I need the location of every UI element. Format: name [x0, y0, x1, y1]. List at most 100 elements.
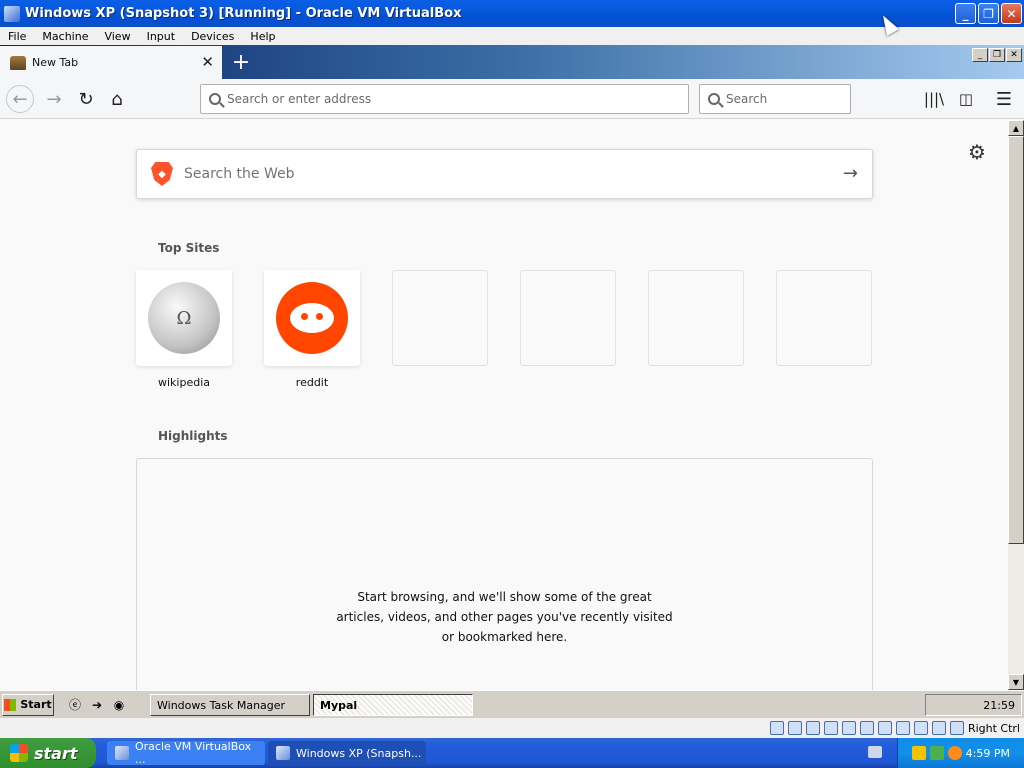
- guest-start-label: Start: [20, 698, 52, 711]
- site-tile[interactable]: Ω: [136, 270, 232, 366]
- mouse-integration-icon[interactable]: [931, 721, 946, 735]
- tab-new-tab[interactable]: New Tab ✕: [0, 46, 222, 79]
- top-site-wikipedia[interactable]: Ω wikipedia: [136, 270, 232, 389]
- menu-file[interactable]: File: [0, 30, 34, 43]
- task-label: Mypal: [320, 698, 358, 712]
- empty-site-tile[interactable]: [648, 270, 744, 366]
- mypal-favicon-icon: [10, 55, 26, 70]
- sidebar-toggle-button[interactable]: ◫: [952, 85, 980, 113]
- search-input[interactable]: [726, 92, 850, 106]
- security-shield-icon[interactable]: [911, 746, 926, 760]
- forward-button[interactable]: →: [40, 85, 68, 113]
- wikipedia-globe-icon: Ω: [148, 282, 220, 354]
- display-icon[interactable]: [877, 721, 892, 735]
- top-site-reddit[interactable]: reddit: [264, 270, 360, 389]
- audio-icon[interactable]: [805, 721, 820, 735]
- highlights-title: Highlights: [158, 429, 228, 443]
- host-taskbar: start Oracle VM VirtualBox ... Windows X…: [0, 738, 1024, 768]
- navigation-toolbar: ← → ↻ ⌂ |||\ ◫ ☰: [0, 79, 1024, 119]
- menu-input[interactable]: Input: [139, 30, 183, 43]
- video-capture-icon[interactable]: [895, 721, 910, 735]
- restore-button[interactable]: ❐: [978, 3, 999, 24]
- task-label: Oracle VM VirtualBox ...: [134, 740, 252, 766]
- host-clock[interactable]: 4:59 PM: [966, 747, 1010, 760]
- ie-quicklaunch-icon[interactable]: ⓔ: [66, 696, 84, 714]
- task-label: Windows XP (Snapsh...: [296, 746, 422, 760]
- web-search-box[interactable]: ◆ →: [136, 149, 873, 199]
- guest-screen: New Tab ✕ + _ ❐ ✕ ← → ↻ ⌂ |||\ ◫ ☰ ⚙ ◆ →…: [0, 45, 1024, 690]
- close-button[interactable]: ✕: [1001, 3, 1022, 24]
- menu-machine[interactable]: Machine: [34, 30, 96, 43]
- scroll-thumb[interactable]: [1008, 136, 1024, 544]
- top-sites-title: Top Sites: [158, 241, 220, 255]
- hamburger-menu-button[interactable]: ☰: [990, 85, 1018, 113]
- guest-clock[interactable]: 21:59: [983, 699, 1015, 712]
- menu-view[interactable]: View: [96, 30, 138, 43]
- virtualbox-icon: [4, 5, 20, 22]
- cpu-icon[interactable]: [913, 721, 928, 735]
- host-start-button[interactable]: start: [0, 738, 96, 768]
- shared-folders-icon[interactable]: [859, 721, 874, 735]
- host-start-label: start: [34, 743, 78, 763]
- keyboard-layout-icon[interactable]: [868, 746, 882, 758]
- task-windows-task-manager[interactable]: Windows Task Manager: [150, 694, 310, 716]
- back-button[interactable]: ←: [6, 85, 34, 113]
- virtualbox-menu-bar: File Machine View Input Devices Help: [0, 27, 1024, 45]
- library-button[interactable]: |||\: [920, 85, 948, 113]
- windows-logo-icon: [4, 698, 17, 711]
- browser-close-button[interactable]: ✕: [1006, 48, 1022, 62]
- keyboard-capture-icon[interactable]: [949, 721, 964, 735]
- host-system-tray: 4:59 PM: [897, 738, 1024, 768]
- guest-start-button[interactable]: Start: [2, 693, 54, 716]
- scroll-up-button[interactable]: ▲: [1008, 120, 1024, 136]
- browser-restore-button[interactable]: ❐: [989, 48, 1005, 62]
- scroll-down-button[interactable]: ▼: [1008, 674, 1024, 690]
- optical-drive-icon[interactable]: [787, 721, 802, 735]
- address-bar[interactable]: [200, 84, 689, 114]
- home-button[interactable]: ⌂: [103, 85, 131, 113]
- highlights-empty-message: Start browsing, and we'll show some of t…: [336, 590, 673, 644]
- task-oracle-vm-virtualbox[interactable]: Oracle VM VirtualBox ...: [107, 740, 265, 766]
- empty-site-tile[interactable]: [392, 270, 488, 366]
- top-site-empty[interactable]: [776, 270, 872, 366]
- page-scrollbar[interactable]: ▲ ▼: [1008, 120, 1024, 690]
- browser-minimize-button[interactable]: _: [972, 48, 988, 62]
- virtualbox-title-bar[interactable]: Windows XP (Snapshot 3) [Running] - Orac…: [0, 0, 1024, 27]
- task-label: Windows Task Manager: [157, 698, 286, 712]
- empty-site-tile[interactable]: [520, 270, 616, 366]
- site-label: wikipedia: [157, 376, 210, 389]
- network-tray-icon[interactable]: [929, 746, 944, 760]
- search-icon: [708, 93, 720, 105]
- menu-devices[interactable]: Devices: [183, 30, 242, 43]
- search-tray-icon[interactable]: [947, 746, 962, 760]
- new-tab-button[interactable]: +: [228, 49, 254, 75]
- virtualbox-icon: [276, 746, 290, 760]
- chrome-quicklaunch-icon[interactable]: ◉: [110, 696, 128, 714]
- tab-close-icon[interactable]: ✕: [201, 53, 214, 71]
- usb-icon[interactable]: [841, 721, 856, 735]
- window-title: Windows XP (Snapshot 3) [Running] - Orac…: [25, 6, 462, 21]
- url-input[interactable]: [227, 92, 688, 106]
- top-site-empty[interactable]: [392, 270, 488, 366]
- new-tab-page: ⚙ ◆ → Top Sites Ω wikipedia reddit Highl…: [0, 120, 1008, 690]
- show-desktop-icon[interactable]: ➔: [88, 696, 106, 714]
- reddit-alien-icon: [276, 282, 348, 354]
- top-site-empty[interactable]: [648, 270, 744, 366]
- gear-icon[interactable]: ⚙: [968, 140, 986, 164]
- web-search-input[interactable]: [184, 166, 824, 182]
- host-key-label: Right Ctrl: [967, 721, 1020, 735]
- top-site-empty[interactable]: [520, 270, 616, 366]
- minimize-button[interactable]: _: [955, 3, 976, 24]
- task-windows-xp-snapshot[interactable]: Windows XP (Snapsh...: [268, 741, 426, 765]
- arrow-right-icon[interactable]: →: [843, 163, 858, 184]
- task-mypal[interactable]: Mypal: [313, 694, 473, 716]
- site-tile[interactable]: [264, 270, 360, 366]
- guest-system-tray: 21:59: [925, 694, 1022, 716]
- reload-button[interactable]: ↻: [72, 85, 100, 113]
- menu-help[interactable]: Help: [242, 30, 283, 43]
- network-icon[interactable]: [823, 721, 838, 735]
- highlights-panel: Start browsing, and we'll show some of t…: [136, 458, 873, 690]
- empty-site-tile[interactable]: [776, 270, 872, 366]
- search-bar[interactable]: [699, 84, 851, 114]
- hard-disk-icon[interactable]: [769, 721, 784, 735]
